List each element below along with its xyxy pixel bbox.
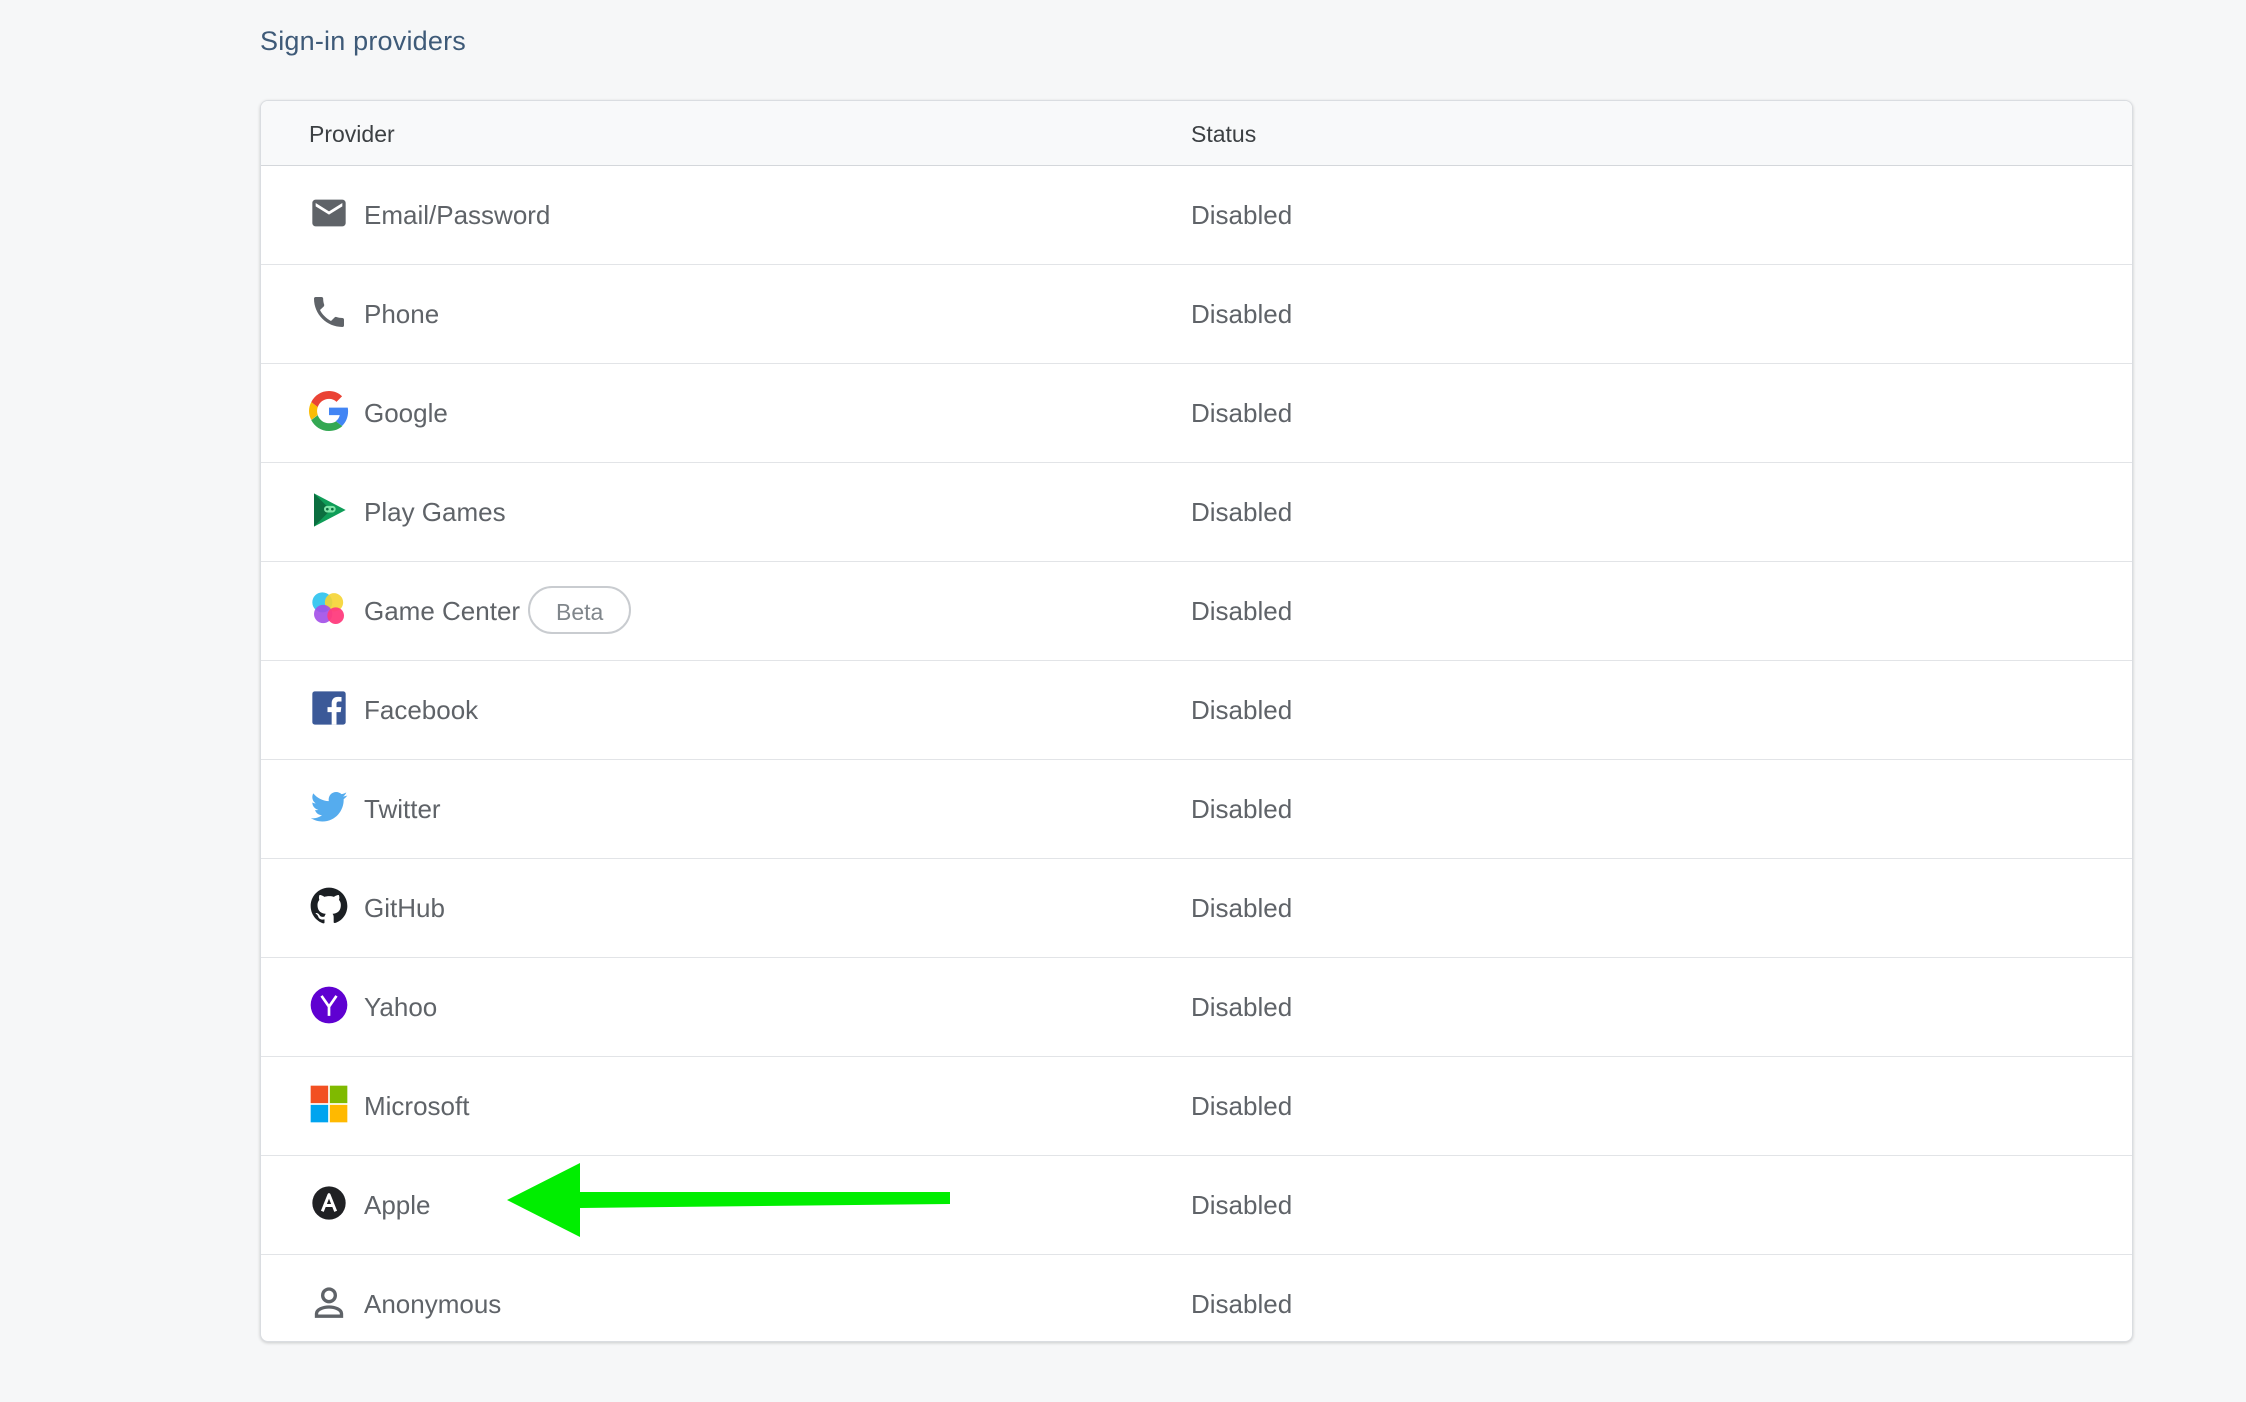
provider-row-yahoo[interactable]: Yahoo Disabled — [261, 958, 2132, 1057]
game-center-icon — [309, 589, 349, 629]
provider-name: Play Games — [364, 497, 506, 527]
provider-row-phone[interactable]: Phone Disabled — [261, 265, 2132, 364]
phone-icon — [309, 292, 349, 332]
provider-name: Google — [364, 398, 448, 428]
provider-row-github[interactable]: GitHub Disabled — [261, 859, 2132, 958]
provider-row-game-center[interactable]: Game Center Beta Disabled — [261, 562, 2132, 661]
anonymous-icon — [309, 1282, 349, 1322]
provider-row-email-password[interactable]: Email/Password Disabled — [261, 166, 2132, 265]
column-header-status: Status — [1191, 121, 1257, 147]
provider-status: Disabled — [1191, 497, 1293, 527]
provider-name: Yahoo — [364, 992, 438, 1022]
provider-row-play-games[interactable]: Play Games Disabled — [261, 463, 2132, 562]
provider-name: Twitter — [364, 794, 441, 824]
green-arrow-icon — [507, 1163, 950, 1237]
play-games-icon — [309, 490, 349, 530]
provider-name: Microsoft — [364, 1091, 470, 1121]
provider-status: Disabled — [1191, 596, 1293, 626]
provider-status: Disabled — [1191, 1091, 1293, 1121]
provider-name: Game Center — [364, 596, 521, 626]
beta-badge: Beta — [528, 586, 632, 634]
google-icon — [309, 391, 349, 431]
provider-row-anonymous[interactable]: Anonymous Disabled — [261, 1255, 2132, 1341]
provider-status: Disabled — [1191, 1289, 1293, 1319]
microsoft-icon — [309, 1084, 349, 1124]
provider-row-facebook[interactable]: Facebook Disabled — [261, 661, 2132, 760]
provider-status: Disabled — [1191, 794, 1293, 824]
provider-status: Disabled — [1191, 1190, 1293, 1220]
provider-row-twitter[interactable]: Twitter Disabled — [261, 760, 2132, 859]
yahoo-icon — [309, 985, 349, 1025]
provider-name: Apple — [364, 1190, 431, 1220]
provider-status: Disabled — [1191, 398, 1293, 428]
column-header-provider: Provider — [309, 121, 395, 147]
provider-row-google[interactable]: Google Disabled — [261, 364, 2132, 463]
provider-status: Disabled — [1191, 200, 1293, 230]
providers-table: Provider Status Email/Password Disabled … — [260, 100, 2133, 1342]
provider-status: Disabled — [1191, 695, 1293, 725]
provider-status: Disabled — [1191, 992, 1293, 1022]
provider-name: GitHub — [364, 893, 445, 923]
email-icon — [309, 193, 349, 233]
apple-icon — [309, 1183, 349, 1223]
provider-name: Email/Password — [364, 200, 551, 230]
twitter-icon — [309, 787, 349, 827]
provider-name: Facebook — [364, 695, 479, 725]
provider-row-microsoft[interactable]: Microsoft Disabled — [261, 1057, 2132, 1156]
facebook-icon — [309, 688, 349, 728]
provider-status: Disabled — [1191, 299, 1293, 329]
section-title: Sign-in providers — [260, 26, 466, 56]
provider-name: Phone — [364, 299, 440, 329]
github-icon — [309, 886, 349, 926]
table-header: Provider Status — [261, 101, 2132, 166]
provider-name: Anonymous — [364, 1289, 502, 1319]
provider-status: Disabled — [1191, 893, 1293, 923]
